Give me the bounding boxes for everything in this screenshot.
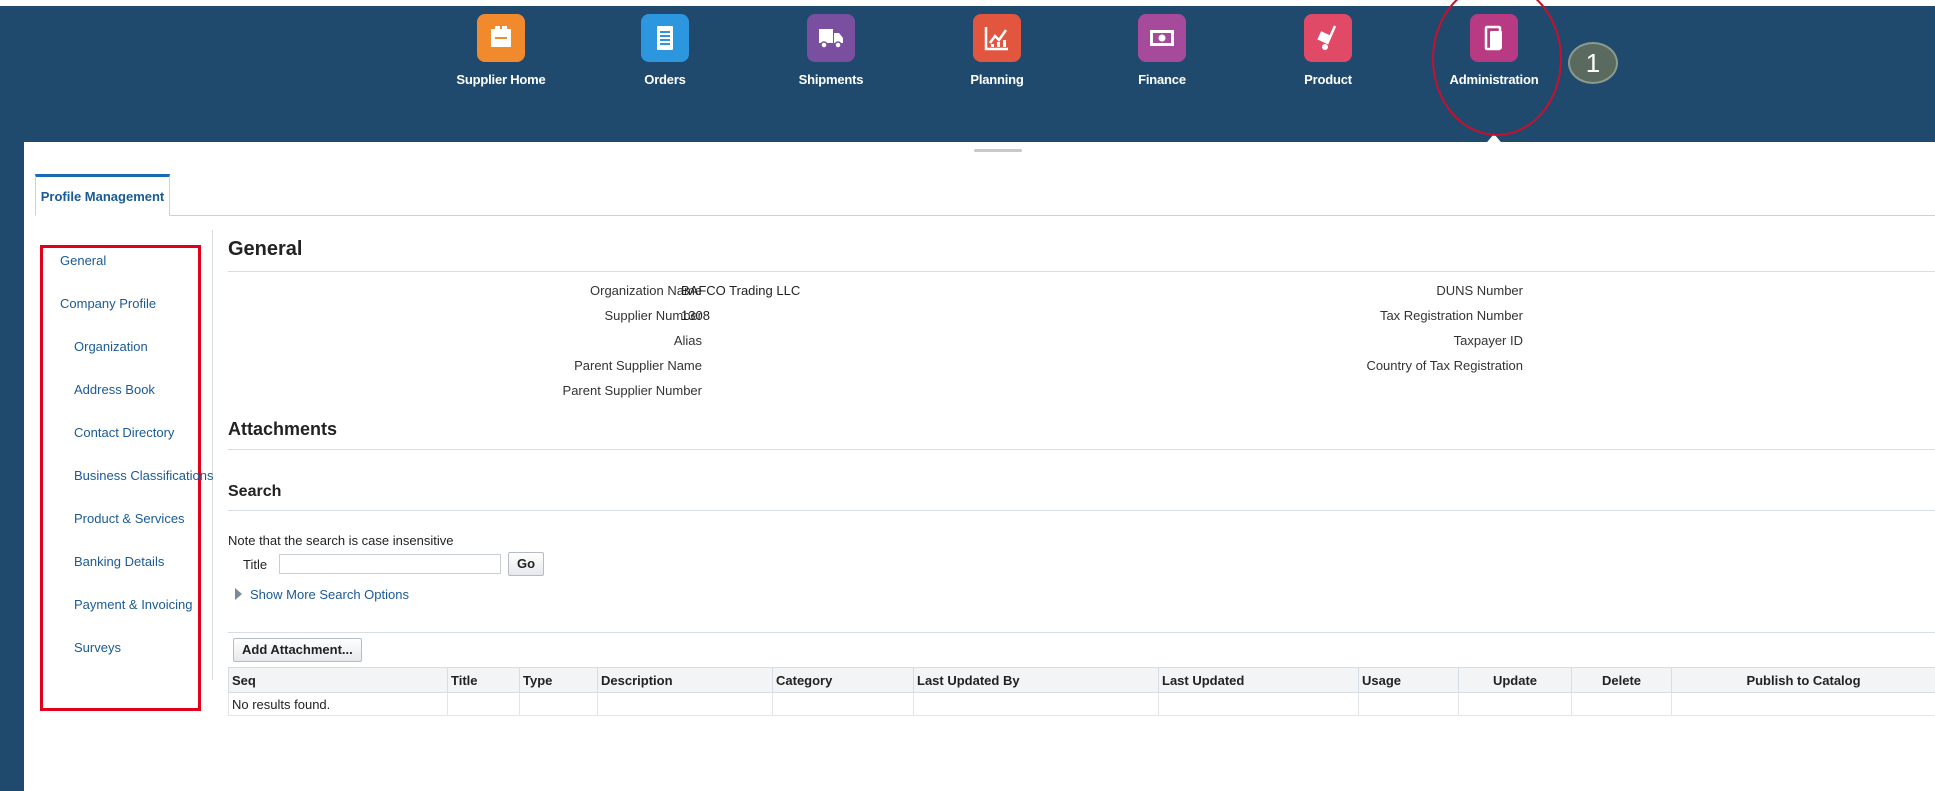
attachments-rule xyxy=(228,449,1935,450)
empty-cell xyxy=(913,692,1159,716)
search-heading: Search xyxy=(228,483,282,500)
nav-finance[interactable]: Finance xyxy=(1097,14,1227,87)
empty-cell xyxy=(1158,692,1359,716)
nav-label: Orders xyxy=(644,72,686,87)
step-number-badge: 1 xyxy=(1568,42,1618,84)
tab-profile-management[interactable]: Profile Management xyxy=(35,174,170,216)
shipments-icon xyxy=(807,14,855,62)
title-search-input[interactable] xyxy=(279,554,501,574)
add-attachment-button[interactable]: Add Attachment... xyxy=(233,638,362,662)
search-rule xyxy=(228,510,1935,511)
finance-icon xyxy=(1138,14,1186,62)
column-header-type[interactable]: Type xyxy=(519,667,598,693)
go-button[interactable]: Go xyxy=(508,552,545,576)
empty-cell xyxy=(1671,692,1935,716)
search-note: Note that the search is case insensitive xyxy=(228,533,454,548)
tab-strip-border xyxy=(35,215,1935,216)
nav-label: Planning xyxy=(970,72,1024,87)
sidebar-item-banking-details[interactable]: Banking Details xyxy=(74,554,164,569)
sidebar-divider xyxy=(212,230,213,680)
column-header-seq[interactable]: Seq xyxy=(228,667,448,693)
general-heading: General xyxy=(228,238,303,260)
sidebar-item-surveys[interactable]: Surveys xyxy=(74,640,121,655)
empty-cell xyxy=(772,692,914,716)
collapse-handle[interactable] xyxy=(974,149,1022,152)
supplier-home-icon xyxy=(477,14,525,62)
field-label-parent-supplier-number: Parent Supplier Number xyxy=(562,383,702,398)
empty-cell xyxy=(1571,692,1672,716)
field-label-duns-number: DUNS Number xyxy=(1436,283,1523,298)
nav-label: Finance xyxy=(1138,72,1186,87)
column-header-usage[interactable]: Usage xyxy=(1358,667,1459,693)
nav-label: Shipments xyxy=(798,72,864,87)
empty-cell xyxy=(447,692,520,716)
column-header-category[interactable]: Category xyxy=(772,667,914,693)
nav-shipments[interactable]: Shipments xyxy=(766,14,896,87)
general-rule xyxy=(228,271,1935,272)
field-value-supplier-number: 1308 xyxy=(681,308,710,323)
planning-icon xyxy=(973,14,1021,62)
sidebar-item-address-book[interactable]: Address Book xyxy=(74,382,155,397)
left-frame-strip xyxy=(0,142,24,791)
column-header-title[interactable]: Title xyxy=(447,667,520,693)
sidebar-item-payment-invoicing[interactable]: Payment & Invoicing xyxy=(74,597,193,612)
empty-cell xyxy=(519,692,598,716)
field-label-tax-registration-number: Tax Registration Number xyxy=(1379,308,1523,323)
table-header-row: Seq Title Type Description Category Last… xyxy=(228,667,1935,693)
nav-label: Supplier Home xyxy=(456,72,546,87)
attachments-toolbar-rule xyxy=(228,632,1935,633)
nav-planning[interactable]: Planning xyxy=(932,14,1062,87)
top-navigation-bar: Supplier Home Orders Shipments Planning … xyxy=(0,6,1935,148)
title-field-label: Title xyxy=(243,557,268,572)
sidebar-item-product-services[interactable]: Product & Services xyxy=(74,511,185,526)
attachments-heading: Attachments xyxy=(228,419,338,439)
show-more-search-options-link[interactable]: Show More Search Options xyxy=(235,587,409,602)
nav-supplier-home[interactable]: Supplier Home xyxy=(436,14,566,87)
empty-cell xyxy=(1458,692,1572,716)
nav-label: Product xyxy=(1304,72,1352,87)
no-results-text: No results found. xyxy=(228,692,448,716)
sidebar-item-organization[interactable]: Organization xyxy=(74,339,148,354)
product-icon xyxy=(1304,14,1352,62)
table-row: No results found. xyxy=(228,692,1935,716)
sidebar-item-company-profile[interactable]: Company Profile xyxy=(60,296,156,311)
nav-orders[interactable]: Orders xyxy=(600,14,730,87)
field-label-alias: Alias xyxy=(673,333,702,348)
field-value-organization-name: BAFCO Trading LLC xyxy=(681,283,801,298)
column-header-last-updated-by[interactable]: Last Updated By xyxy=(913,667,1159,693)
empty-cell xyxy=(597,692,773,716)
sidebar-item-business-classifications[interactable]: Business Classifications xyxy=(74,468,213,483)
column-header-update: Update xyxy=(1458,667,1572,693)
field-label-parent-supplier-name: Parent Supplier Name xyxy=(574,358,702,373)
nav-product[interactable]: Product xyxy=(1263,14,1393,87)
field-label-country-of-tax-registration: Country of Tax Registration xyxy=(1366,358,1523,373)
empty-cell xyxy=(1358,692,1459,716)
column-header-description[interactable]: Description xyxy=(597,667,773,693)
sidebar-item-general[interactable]: General xyxy=(60,253,106,268)
column-header-publish-to-catalog: Publish to Catalog xyxy=(1671,667,1935,693)
field-label-taxpayer-id: Taxpayer ID xyxy=(1453,333,1523,348)
show-more-search-options-label: Show More Search Options xyxy=(250,587,409,602)
expand-triangle-icon xyxy=(235,588,242,600)
orders-icon xyxy=(641,14,689,62)
selected-nav-pointer xyxy=(1482,134,1506,148)
sidebar-item-contact-directory[interactable]: Contact Directory xyxy=(74,425,174,440)
column-header-delete: Delete xyxy=(1571,667,1672,693)
column-header-last-updated[interactable]: Last Updated xyxy=(1158,667,1359,693)
attachments-table: Seq Title Type Description Category Last… xyxy=(228,667,1935,716)
